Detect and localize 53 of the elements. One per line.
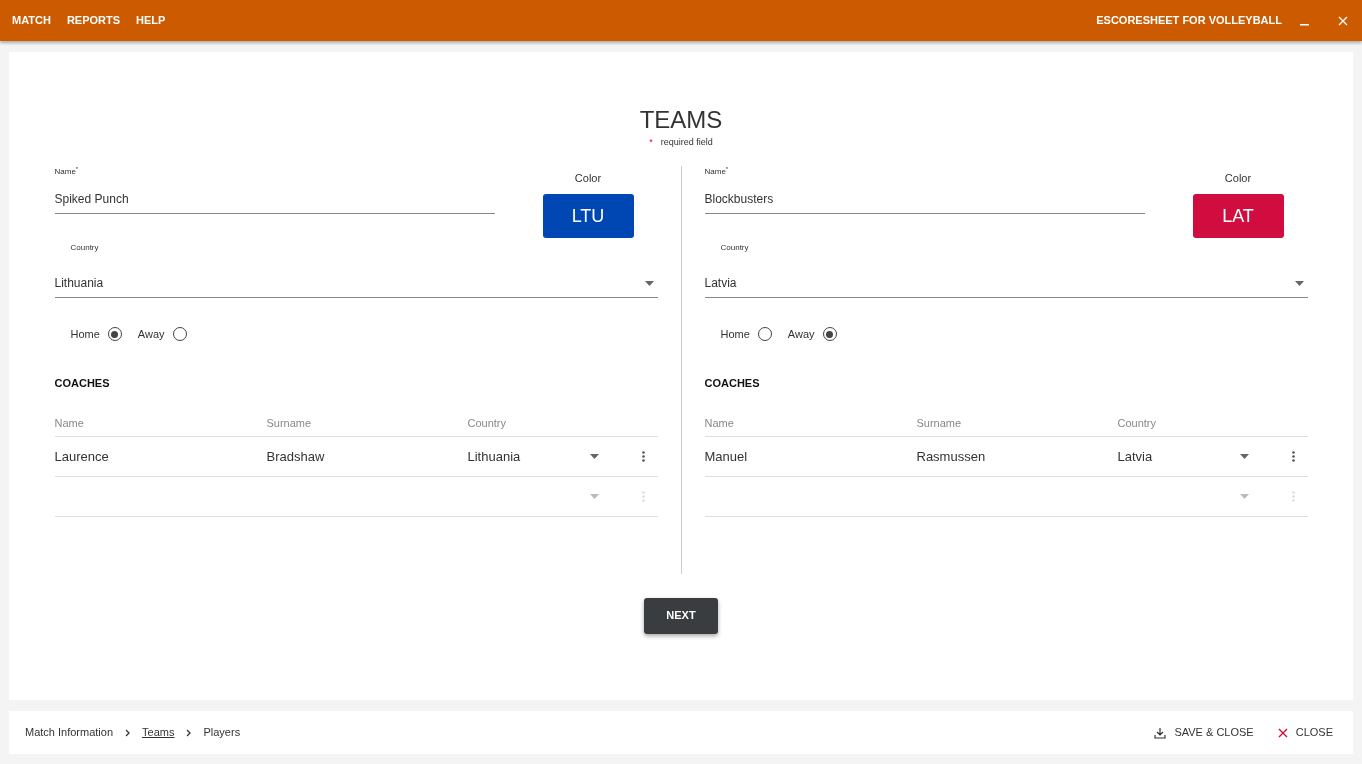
close-icon: [1277, 727, 1288, 738]
breadcrumb-link[interactable]: Teams: [142, 724, 175, 741]
radio-label: Home: [720, 327, 750, 342]
breadcrumb-link[interactable]: Players: [203, 724, 241, 741]
column-header: Surname: [916, 416, 963, 431]
table-cell-text: Bradshaw: [266, 447, 326, 466]
radio-label: Away: [137, 327, 165, 342]
menu-item[interactable]: MATCH: [12, 12, 51, 29]
name-field[interactable]: Blockbusters: [704, 185, 1145, 214]
next-button[interactable]: NEXT: [644, 597, 718, 634]
breadcrumb-link[interactable]: Match Information: [25, 724, 114, 741]
table-cell-text: Rasmussen: [916, 447, 987, 466]
more-options-icon[interactable]: [1291, 451, 1295, 462]
section-heading: COACHES: [54, 375, 111, 391]
table-cell-text: Latvia: [1117, 447, 1153, 466]
field-label: Name$^{*}$: [704, 165, 730, 178]
color-button[interactable]: LTU: [542, 194, 634, 238]
country-select[interactable]: Latvia: [704, 270, 1308, 298]
dropdown-caret-icon[interactable]: [589, 454, 599, 459]
field-label: Name$^{*}$: [54, 165, 80, 178]
close-button[interactable]: CLOSE: [1277, 724, 1333, 741]
chevron-icon: [125, 728, 131, 737]
caret-icon: [644, 280, 654, 286]
menu-item[interactable]: REPORTS: [66, 12, 121, 29]
save-close-button[interactable]: SAVE & CLOSE: [1154, 724, 1254, 741]
table-cell-text: Laurence: [54, 447, 110, 466]
page-title: TEAMS: [639, 105, 723, 132]
column-header: Name: [704, 416, 735, 431]
field-label: Country: [720, 242, 750, 254]
country-select[interactable]: Lithuania: [54, 270, 658, 298]
download-icon: [1154, 726, 1167, 739]
field-label: Country: [70, 242, 100, 254]
chevron-icon: [186, 728, 192, 737]
more-options-icon[interactable]: [641, 451, 645, 462]
table-cell-text: Manuel: [704, 447, 749, 466]
column-header: Country: [1117, 416, 1157, 431]
required-note: required field: [660, 136, 713, 149]
app-title: ESCORESHEET FOR VOLLEYBALL: [1096, 13, 1282, 29]
name-field[interactable]: Spiked Punch: [54, 185, 495, 214]
section-heading: COACHES: [704, 375, 761, 391]
dropdown-caret-icon[interactable]: [1239, 454, 1249, 459]
color-label: Color: [574, 170, 602, 186]
radio-label: Away: [787, 327, 815, 342]
column-header: Surname: [266, 416, 313, 431]
menu-item[interactable]: HELP: [136, 12, 166, 29]
radio-label: Home: [70, 327, 100, 342]
required-mark: *: [649, 136, 653, 149]
color-label: Color: [1224, 170, 1252, 186]
color-button[interactable]: LAT: [1192, 194, 1284, 238]
caret-icon: [1294, 280, 1304, 286]
column-header: Name: [54, 416, 85, 431]
column-header: Country: [467, 416, 507, 431]
table-cell-text: Lithuania: [467, 447, 521, 466]
